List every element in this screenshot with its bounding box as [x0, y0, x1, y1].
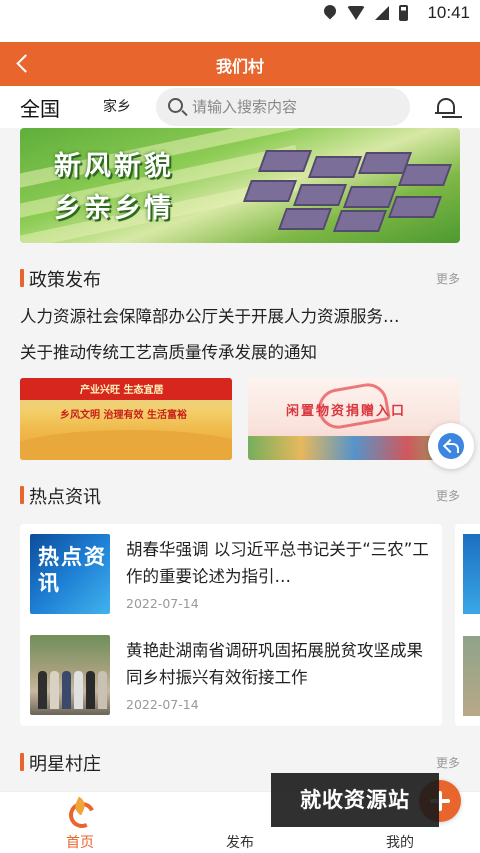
watermark-overlay: 就收资源站	[271, 773, 439, 827]
home-logo-icon	[66, 798, 94, 826]
status-bar: 10:41	[0, 0, 480, 42]
search-row: 全国 家乡	[0, 86, 480, 128]
policy-more-link[interactable]: 更多	[436, 270, 460, 287]
news-thumbnail	[30, 635, 110, 715]
news-card: 热点资讯 胡春华强调 以习近平总书记关于“三农”工作的重要论述为指引… 2022…	[20, 524, 442, 726]
villages-section-title: 明星村庄	[29, 754, 101, 775]
villages-more-link[interactable]: 更多	[436, 754, 460, 771]
news-title: 胡春华强调 以习近平总书记关于“三农”工作的重要论述为指引…	[126, 540, 429, 586]
policy-image1-text1: 产业兴旺 生态宜居	[80, 385, 164, 396]
title-bar: 我们村	[0, 42, 480, 86]
news-section-title: 热点资讯	[29, 487, 101, 508]
share-arrow-icon	[438, 433, 464, 459]
section-accent-bar	[20, 269, 24, 287]
status-icons	[323, 5, 408, 21]
policy-image-rural-revitalization[interactable]: 产业兴旺 生态宜居 乡风文明 治理有效 生活富裕	[20, 378, 232, 460]
policy-item[interactable]: 人力资源社会保障部办公厅关于开展人力资源服务…	[20, 303, 460, 327]
news-list-item[interactable]: 黄艳赴湖南省调研巩固拓展脱贫攻坚成果同乡村振兴有效衔接工作 2022-07-14	[20, 625, 442, 723]
news-date: 2022-07-14	[126, 697, 199, 712]
battery-icon	[399, 5, 408, 21]
banner-image[interactable]: 新风新貌 乡亲乡情	[20, 128, 460, 243]
policy-image1-text2: 乡风文明 治理有效 生活富裕	[60, 410, 187, 421]
news-title: 黄艳赴湖南省调研巩固拓展脱贫攻坚成果同乡村振兴有效衔接工作	[126, 641, 423, 687]
news-thumbnail-text: 热点资讯	[38, 545, 107, 595]
next-news-card-peek[interactable]	[455, 524, 480, 726]
nav-publish-label: 发布	[226, 835, 254, 851]
villages-section-header: 明星村庄 更多	[20, 750, 460, 775]
news-list-item[interactable]: 热点资讯 胡春华强调 以习近平总书记关于“三农”工作的重要论述为指引… 2022…	[20, 524, 442, 622]
policy-section-title: 政策发布	[29, 270, 101, 291]
nav-home-label: 首页	[66, 835, 94, 851]
banner-slogan-line2: 乡亲乡情	[54, 193, 174, 224]
news-thumbnail: 热点资讯	[30, 534, 110, 614]
policy-image2-text: 闲置物资捐赠入口	[286, 404, 407, 419]
news-more-link[interactable]: 更多	[436, 487, 460, 504]
policy-item[interactable]: 关于推动传统工艺高质量传承发展的通知	[20, 339, 460, 363]
policy-section-header: 政策发布 更多	[20, 266, 460, 291]
nav-mine-label: 我的	[386, 835, 414, 851]
news-section-header: 热点资讯 更多	[20, 483, 460, 508]
region-country-tab[interactable]: 全国	[20, 93, 60, 122]
section-accent-bar	[20, 486, 24, 504]
wifi-icon	[347, 6, 365, 20]
nav-home[interactable]: 首页	[40, 792, 120, 853]
floating-share-button[interactable]	[428, 423, 474, 469]
nav-publish[interactable]: 发布	[200, 780, 461, 853]
search-input[interactable]	[192, 96, 402, 118]
search-icon	[168, 98, 183, 113]
search-box[interactable]	[156, 88, 410, 126]
page-title: 我们村	[215, 57, 264, 76]
region-hometown-tab[interactable]: 家乡	[103, 96, 131, 116]
location-icon	[323, 5, 337, 21]
signal-icon	[375, 6, 389, 20]
village-roofs-illustration	[242, 150, 453, 232]
status-time: 10:41	[427, 3, 470, 22]
section-accent-bar	[20, 753, 24, 771]
banner-slogan-line1: 新风新貌	[54, 151, 174, 182]
news-date: 2022-07-14	[126, 596, 199, 611]
notification-bell-icon[interactable]	[435, 94, 457, 120]
